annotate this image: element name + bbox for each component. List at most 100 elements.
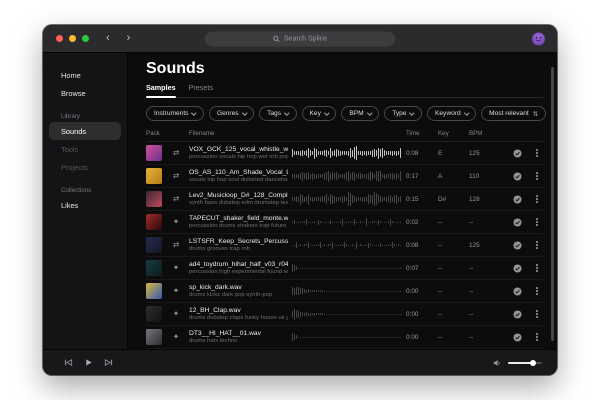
row-menu-button[interactable]	[531, 333, 543, 341]
volume-icon[interactable]	[493, 359, 502, 367]
user-avatar[interactable]	[532, 32, 545, 45]
table-row[interactable]: ⇄Lev2_Musicloop_D#_128_Complicated_Bass.…	[146, 188, 543, 211]
pack-artwork[interactable]	[146, 329, 162, 345]
pack-artwork[interactable]	[146, 168, 162, 184]
row-menu-button[interactable]	[531, 264, 543, 272]
forward-button[interactable]: ›	[127, 33, 131, 44]
downloaded-check-button[interactable]	[507, 241, 527, 250]
sample-time: 0:00	[406, 334, 434, 341]
sidebar: Home Browse Library Sounds Tools Project…	[43, 53, 128, 349]
loop-icon: ⇄	[167, 149, 185, 157]
downloaded-check-button[interactable]	[507, 195, 527, 204]
filter-pill-type[interactable]: Type	[384, 106, 422, 121]
pack-artwork[interactable]	[146, 260, 162, 276]
table-row[interactable]: ⇄LSTSFR_Keep_Secrets_Percussion_Loop_1.w…	[146, 234, 543, 257]
downloaded-check-button[interactable]	[507, 264, 527, 273]
sample-filename: VOX_GCK_125_vocal_whistle_wet_ominous.wa…	[189, 146, 288, 153]
table-row[interactable]: ✦12_BH_Clap.wavdrums dubstep claps funky…	[146, 303, 543, 326]
back-button[interactable]: ‹	[106, 33, 110, 44]
sidebar-item-projects[interactable]: Projects	[43, 158, 127, 176]
table-row[interactable]: ⇄OS_AS_110_Am_Shade_Vocal_Loop_1.wavvoca…	[146, 165, 543, 188]
sample-key: --	[438, 288, 465, 295]
table-row[interactable]: ✦DT3__HI_HAT__01.wavdrums hats techno0:0…	[146, 326, 543, 349]
minimize-window-button[interactable]	[69, 35, 76, 42]
chevron-down-icon	[410, 110, 415, 115]
tab-presets[interactable]: Presets	[189, 83, 213, 92]
downloaded-check-button[interactable]	[507, 149, 527, 158]
play-icon[interactable]	[84, 358, 93, 367]
row-menu-button[interactable]	[531, 310, 543, 318]
waveform[interactable]	[292, 259, 402, 277]
row-menu-button[interactable]	[531, 172, 543, 180]
filter-pill-key[interactable]: Key	[302, 106, 337, 121]
pack-artwork[interactable]	[146, 283, 162, 299]
pack-artwork[interactable]	[146, 306, 162, 322]
volume-knob[interactable]	[530, 360, 536, 366]
sidebar-item-home[interactable]: Home	[43, 66, 127, 84]
waveform[interactable]	[292, 328, 402, 346]
sidebar-item-tools[interactable]: Tools	[43, 140, 127, 158]
downloaded-check-button[interactable]	[507, 310, 527, 319]
filter-pill-bpm[interactable]: BPM	[341, 106, 379, 121]
check-circle-icon	[513, 195, 522, 204]
sample-time: 0:02	[406, 219, 434, 226]
avatar-face-icon	[534, 36, 543, 42]
tab-samples[interactable]: Samples	[146, 83, 176, 92]
pack-artwork[interactable]	[146, 191, 162, 207]
downloaded-check-button[interactable]	[507, 172, 527, 181]
loop-icon: ⇄	[167, 172, 185, 180]
sample-key: E	[438, 150, 465, 157]
next-track-icon[interactable]	[104, 358, 113, 367]
player-bar	[43, 349, 557, 375]
row-menu-button[interactable]	[531, 149, 543, 157]
scrollbar-thumb[interactable]	[551, 67, 554, 341]
check-circle-icon	[513, 241, 522, 250]
sample-key: D#	[438, 196, 465, 203]
chevron-down-icon	[284, 110, 289, 115]
close-window-button[interactable]	[56, 35, 63, 42]
row-menu-button[interactable]	[531, 241, 543, 249]
sidebar-section-collections: Collections	[61, 187, 127, 194]
search-input[interactable]: Search Splice	[205, 31, 395, 46]
table-row[interactable]: ✦sp_kick_dark.wavdrums kicks dark pop sy…	[146, 280, 543, 303]
zoom-window-button[interactable]	[82, 35, 89, 42]
previous-track-icon[interactable]	[64, 358, 73, 367]
waveform[interactable]	[292, 305, 402, 323]
table-row[interactable]: ⇄ VOX_GCK_125_vocal_whistle_wet_ominous.w…	[146, 142, 543, 165]
row-menu-button[interactable]	[531, 195, 543, 203]
waveform[interactable]	[292, 213, 402, 231]
waveform[interactable]	[292, 282, 402, 300]
volume-slider[interactable]	[508, 362, 542, 364]
filter-pill-tags[interactable]: Tags	[259, 106, 296, 121]
sidebar-item-likes[interactable]: Likes	[43, 196, 127, 214]
pack-artwork[interactable]	[146, 214, 162, 230]
row-menu-button[interactable]	[531, 287, 543, 295]
transport-controls	[64, 358, 113, 367]
sample-tags: drums grooves trap rnb	[189, 246, 288, 252]
sidebar-item-browse[interactable]: Browse	[43, 84, 127, 102]
sample-tags: percussion drums shakers trap future bas…	[189, 223, 288, 229]
filter-pill-instruments[interactable]: Instruments	[146, 106, 204, 121]
downloaded-check-button[interactable]	[507, 333, 527, 342]
table-row[interactable]: ✦ad4_toydrum_hihat_half_v03_r04.wavpercu…	[146, 257, 543, 280]
sample-tags: drums dubstep claps funky house uk garag…	[189, 315, 288, 321]
table-row[interactable]: ✦TAPECUT_shaker_field_monte.wavpercussio…	[146, 211, 543, 234]
pack-artwork[interactable]	[146, 145, 162, 161]
row-menu-button[interactable]	[531, 218, 543, 226]
waveform[interactable]	[292, 167, 402, 185]
sample-bpm: 128	[469, 196, 503, 203]
filter-pill-genres[interactable]: Genres	[209, 106, 254, 121]
sample-tags: drums kicks dark pop synth-pop	[189, 292, 288, 298]
waveform[interactable]	[292, 144, 402, 162]
downloaded-check-button[interactable]	[507, 287, 527, 296]
filter-pill-keyword[interactable]: Keyword	[427, 106, 476, 121]
waveform[interactable]	[292, 190, 402, 208]
sample-filename: OS_AS_110_Am_Shade_Vocal_Loop_1.wav	[189, 169, 288, 176]
sort-dropdown[interactable]: Most relevant ⇅	[481, 106, 546, 121]
sample-tags: percussion high experimental found sound…	[189, 269, 288, 275]
sample-filename: TAPECUT_shaker_field_monte.wav	[189, 215, 288, 222]
waveform[interactable]	[292, 236, 402, 254]
pack-artwork[interactable]	[146, 237, 162, 253]
downloaded-check-button[interactable]	[507, 218, 527, 227]
sidebar-item-sounds[interactable]: Sounds	[49, 122, 121, 140]
